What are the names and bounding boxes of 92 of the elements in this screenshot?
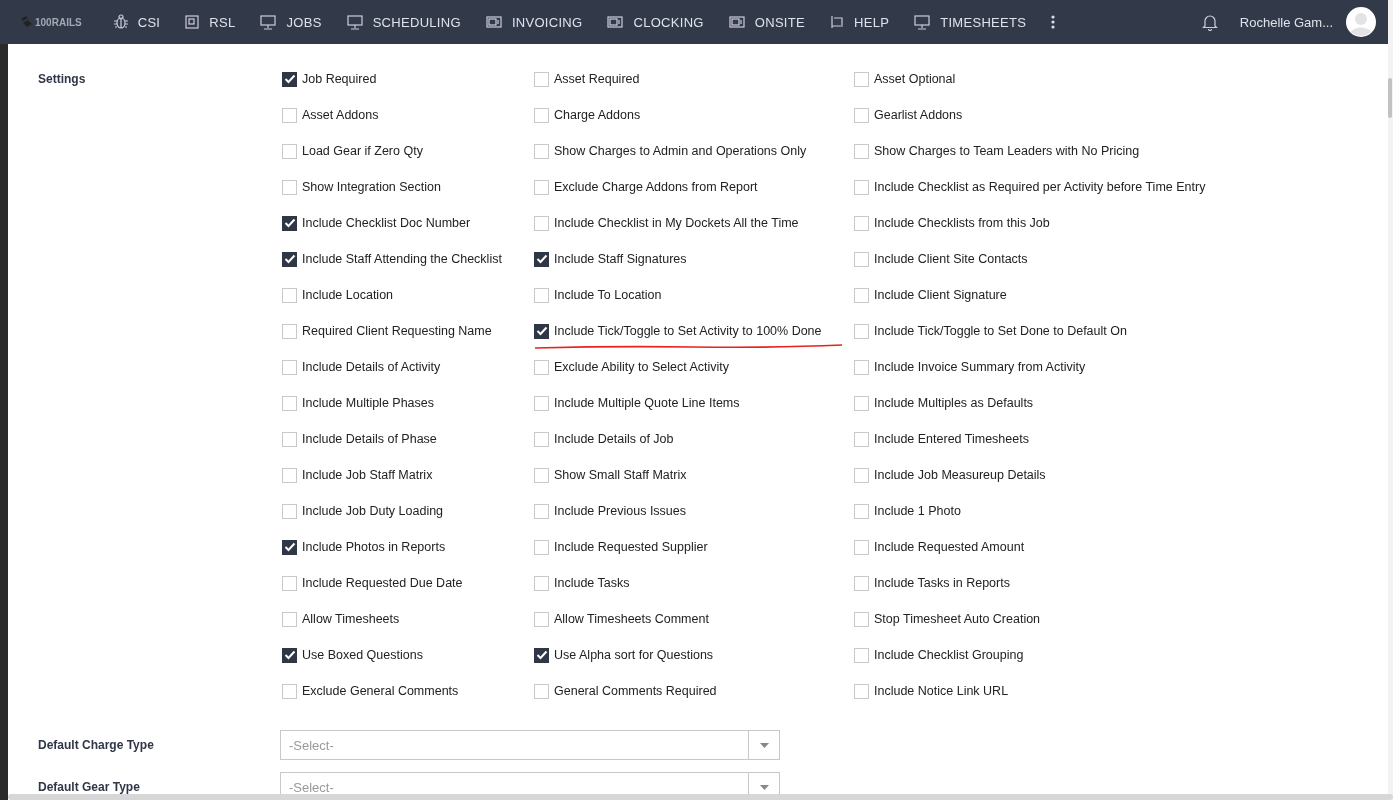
option-label: Include Checklist Grouping (874, 648, 1024, 662)
option-label: Include Client Site Contacts (874, 252, 1028, 266)
monitor-icon (914, 14, 931, 30)
option-label: Show Charges to Admin and Operations Only (554, 144, 807, 158)
checkbox[interactable] (534, 323, 549, 339)
option-label: Include Photos in Reports (302, 540, 446, 554)
checkbox[interactable] (282, 71, 297, 87)
option-label: Include Details of Phase (302, 432, 437, 446)
option-label: Include Details of Job (554, 432, 674, 446)
option-label: Include Requested Supplier (554, 540, 708, 554)
option-label: Use Alpha sort for Questions (554, 648, 714, 662)
option-label: Include Location (302, 288, 394, 302)
option-label: Include Details of Activity (302, 360, 441, 374)
option-label: Show Charges to Team Leaders with No Pricing (874, 144, 1140, 158)
device-icon (607, 16, 624, 28)
caret-icon (759, 784, 769, 790)
option-label: Asset Required (554, 72, 640, 86)
option-label: Include Multiple Phases (302, 396, 435, 410)
user-name[interactable]: Rochelle Gam... (1239, 14, 1333, 30)
option-label: Show Small Staff Matrix (554, 468, 687, 482)
checkbox[interactable] (534, 251, 549, 267)
option-label: General Comments Required (554, 684, 717, 698)
option-label: Asset Optional (874, 72, 956, 86)
option-label: Include Requested Amount (874, 540, 1025, 554)
avatar-icon[interactable] (1346, 7, 1376, 37)
option-label: Required Client Requesting Name (302, 324, 492, 338)
option-label: Include Checklist in My Dockets All the Time (554, 216, 799, 230)
option-label: Exclude Charge Addons from Report (554, 180, 758, 194)
option-label: Include Checklist as Required per Activity before Time Entry (874, 180, 1206, 194)
option-label: Asset Addons (302, 108, 379, 122)
device-icon (485, 16, 502, 28)
nav-link[interactable]: SCHEDULING (346, 14, 461, 30)
option-label: Include Multiple Quote Line Items (554, 396, 740, 410)
option-label: Include Job Staff Matrix (302, 468, 433, 482)
device-icon (728, 16, 745, 28)
logo-icon (20, 16, 34, 28)
option-label: Include Invoice Summary from Activity (874, 360, 1086, 374)
desk-icon (830, 15, 844, 29)
option-label: Load Gear if Zero Qty (302, 144, 423, 158)
option-label: Allow Timesheets Comment (554, 612, 709, 626)
monitor-icon (260, 14, 277, 30)
checkbox[interactable] (282, 215, 297, 231)
checkbox[interactable] (282, 251, 297, 267)
checkbox[interactable] (282, 539, 297, 555)
option-label: Include To Location (554, 288, 662, 302)
bug-icon (113, 14, 128, 30)
option-label: Stop Timesheet Auto Creation (874, 612, 1041, 626)
nav-link[interactable]: HELP (830, 14, 890, 30)
option-label: Include Checklists from this Job (874, 216, 1050, 230)
horizontal-scrollbar[interactable] (8, 794, 1393, 800)
field-label: Default Gear Type (38, 779, 141, 796)
option-label: Include Tick/Toggle to Set Done to Default On (874, 324, 1127, 338)
nav-link[interactable]: RSL (185, 14, 236, 30)
option-label: Include Client Signature (874, 288, 1007, 302)
squares-icon (185, 15, 200, 29)
nav-link[interactable]: CLOCKING (607, 14, 704, 30)
option-label: Include Requested Due Date (302, 576, 463, 590)
option-label: Include 1 Photo (874, 504, 961, 518)
option-label: Include Entered Timesheets (874, 432, 1029, 446)
option-label: Include Job Measureup Details (874, 468, 1046, 482)
checkbox[interactable] (534, 647, 549, 663)
option-label: Include Multiples as Defaults (874, 396, 1034, 410)
option-label: Include Job Duty Loading (302, 504, 444, 518)
option-label: Use Boxed Questions (302, 648, 423, 662)
nav-link[interactable]: CSI (113, 14, 161, 30)
option-label: Charge Addons (554, 108, 641, 122)
option-label: Include Tasks in Reports (874, 576, 1010, 590)
bell-icon[interactable] (1201, 13, 1218, 31)
option-label: Allow Timesheets (302, 612, 400, 626)
option-label: Include Tasks (554, 576, 630, 590)
option-label: Exclude Ability to Select Activity (554, 360, 730, 374)
option-label: Show Integration Section (302, 180, 441, 194)
field-label: Default Charge Type (38, 737, 155, 754)
nav-link[interactable]: TIMESHEETS (914, 14, 1027, 30)
section-label: Settings (38, 71, 87, 88)
option-label: Include Staff Attending the Checklist (302, 252, 502, 266)
option-label: Include Staff Signatures (554, 252, 687, 266)
logo-text: 100RAILS (35, 16, 82, 28)
nav-link[interactable]: JOBS (260, 14, 322, 30)
option-label: Include Tick/Toggle to Set Activity to 100% Done (554, 324, 822, 338)
option-label: Job Required (302, 72, 377, 86)
caret-icon (759, 742, 769, 748)
more-icon[interactable] (1051, 15, 1056, 29)
option-label: Include Notice Link URL (874, 684, 1009, 698)
option-label: Exclude General Comments (302, 684, 459, 698)
nav-link[interactable]: ONSITE (728, 14, 805, 30)
option-label: Include Checklist Doc Number (302, 216, 471, 230)
monitor-icon (346, 14, 363, 30)
nav-link[interactable]: INVOICING (485, 14, 583, 30)
option-label: Gearlist Addons (874, 108, 963, 122)
option-label: Include Previous Issues (554, 504, 686, 518)
checkbox[interactable] (282, 647, 297, 663)
